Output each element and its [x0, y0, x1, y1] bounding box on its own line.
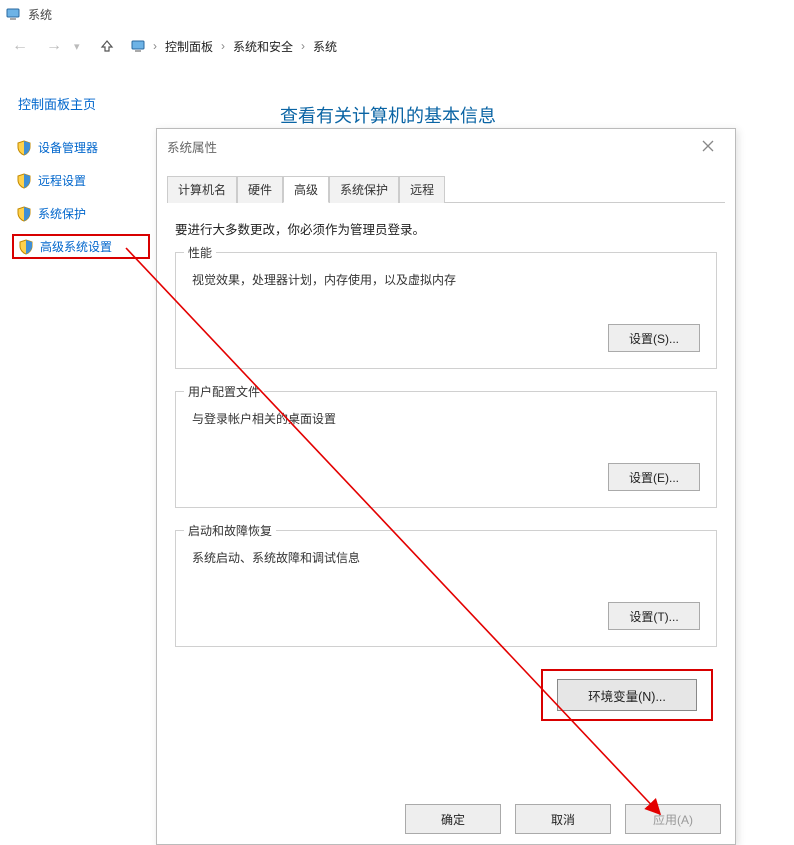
admin-note: 要进行大多数更改，你必须作为管理员登录。 — [175, 219, 717, 238]
computer-icon — [131, 38, 147, 54]
sidebar-item-device-manager[interactable]: 设备管理器 — [12, 135, 150, 160]
group-performance: 性能 视觉效果，处理器计划，内存使用，以及虚拟内存 设置(S)... — [175, 252, 717, 369]
tab-computer-name[interactable]: 计算机名 — [167, 176, 237, 203]
sidebar-item-label: 远程设置 — [38, 172, 86, 189]
window-title: 系统 — [28, 6, 52, 23]
ok-button[interactable]: 确定 — [405, 804, 501, 834]
system-properties-dialog: 系统属性 计算机名 硬件 高级 系统保护 远程 要进行大多数更改，你必须作为管理… — [156, 128, 736, 845]
startup-recovery-settings-button[interactable]: 设置(T)... — [608, 602, 700, 630]
group-legend: 用户配置文件 — [184, 383, 264, 400]
group-startup-recovery: 启动和故障恢复 系统启动、系统故障和调试信息 设置(T)... — [175, 530, 717, 647]
sidebar-item-system-protection[interactable]: 系统保护 — [12, 201, 150, 226]
dialog-footer: 确定 取消 应用(A) — [405, 804, 721, 834]
shield-icon — [16, 206, 32, 222]
nav-back-button[interactable]: ← — [6, 32, 34, 60]
nav-bar: ← → ▾ › 控制面板 › 系统和安全 › 系统 — [0, 28, 794, 64]
tab-hardware[interactable]: 硬件 — [237, 176, 283, 203]
sidebar-item-advanced-settings[interactable]: 高级系统设置 — [12, 234, 150, 259]
address-bar[interactable]: › 控制面板 › 系统和安全 › 系统 — [126, 33, 788, 59]
nav-forward-button[interactable]: → — [40, 32, 68, 60]
sidebar-item-label: 高级系统设置 — [40, 238, 112, 255]
breadcrumb-sep: › — [153, 39, 157, 53]
sidebar-item-remote-settings[interactable]: 远程设置 — [12, 168, 150, 193]
shield-icon — [16, 140, 32, 156]
nav-up-button[interactable] — [94, 34, 120, 58]
sidebar-item-label: 设备管理器 — [38, 139, 98, 156]
group-user-profiles: 用户配置文件 与登录帐户相关的桌面设置 设置(E)... — [175, 391, 717, 508]
group-legend: 启动和故障恢复 — [184, 522, 276, 539]
sidebar-home-link[interactable]: 控制面板主页 — [12, 90, 150, 117]
group-description: 系统启动、系统故障和调试信息 — [188, 541, 704, 602]
apply-button[interactable]: 应用(A) — [625, 804, 721, 834]
sidebar-item-label: 系统保护 — [38, 205, 86, 222]
tab-remote[interactable]: 远程 — [399, 176, 445, 203]
cancel-button[interactable]: 取消 — [515, 804, 611, 834]
sidebar: 控制面板主页 设备管理器 远程设置 系统保护 高级系统设置 — [6, 80, 156, 277]
breadcrumb-system-security[interactable]: 系统和安全 — [231, 38, 295, 55]
dialog-tabs: 计算机名 硬件 高级 系统保护 远程 — [167, 175, 725, 203]
performance-settings-button[interactable]: 设置(S)... — [608, 324, 700, 352]
dialog-body: 要进行大多数更改，你必须作为管理员登录。 性能 视觉效果，处理器计划，内存使用，… — [157, 203, 735, 737]
title-bar: 系统 — [0, 0, 794, 28]
dialog-title: 系统属性 — [167, 137, 217, 156]
nav-history-dropdown[interactable]: ▾ — [74, 40, 88, 53]
breadcrumb-sep: › — [301, 39, 305, 53]
env-var-row: 环境变量(N)... — [175, 669, 717, 727]
tab-advanced[interactable]: 高级 — [283, 176, 329, 203]
computer-icon — [6, 6, 22, 22]
breadcrumb-control-panel[interactable]: 控制面板 — [163, 38, 215, 55]
environment-variables-button[interactable]: 环境变量(N)... — [557, 679, 697, 711]
close-button[interactable] — [691, 133, 725, 159]
group-legend: 性能 — [184, 244, 216, 261]
shield-icon — [18, 239, 34, 255]
page-title: 查看有关计算机的基本信息 — [280, 102, 496, 128]
breadcrumb-system[interactable]: 系统 — [311, 38, 339, 55]
dialog-title-bar: 系统属性 — [157, 129, 735, 163]
env-var-highlight: 环境变量(N)... — [541, 669, 713, 721]
group-description: 视觉效果，处理器计划，内存使用，以及虚拟内存 — [188, 263, 704, 324]
shield-icon — [16, 173, 32, 189]
tab-system-protection[interactable]: 系统保护 — [329, 176, 399, 203]
breadcrumb-sep: › — [221, 39, 225, 53]
user-profiles-settings-button[interactable]: 设置(E)... — [608, 463, 700, 491]
group-description: 与登录帐户相关的桌面设置 — [188, 402, 704, 463]
